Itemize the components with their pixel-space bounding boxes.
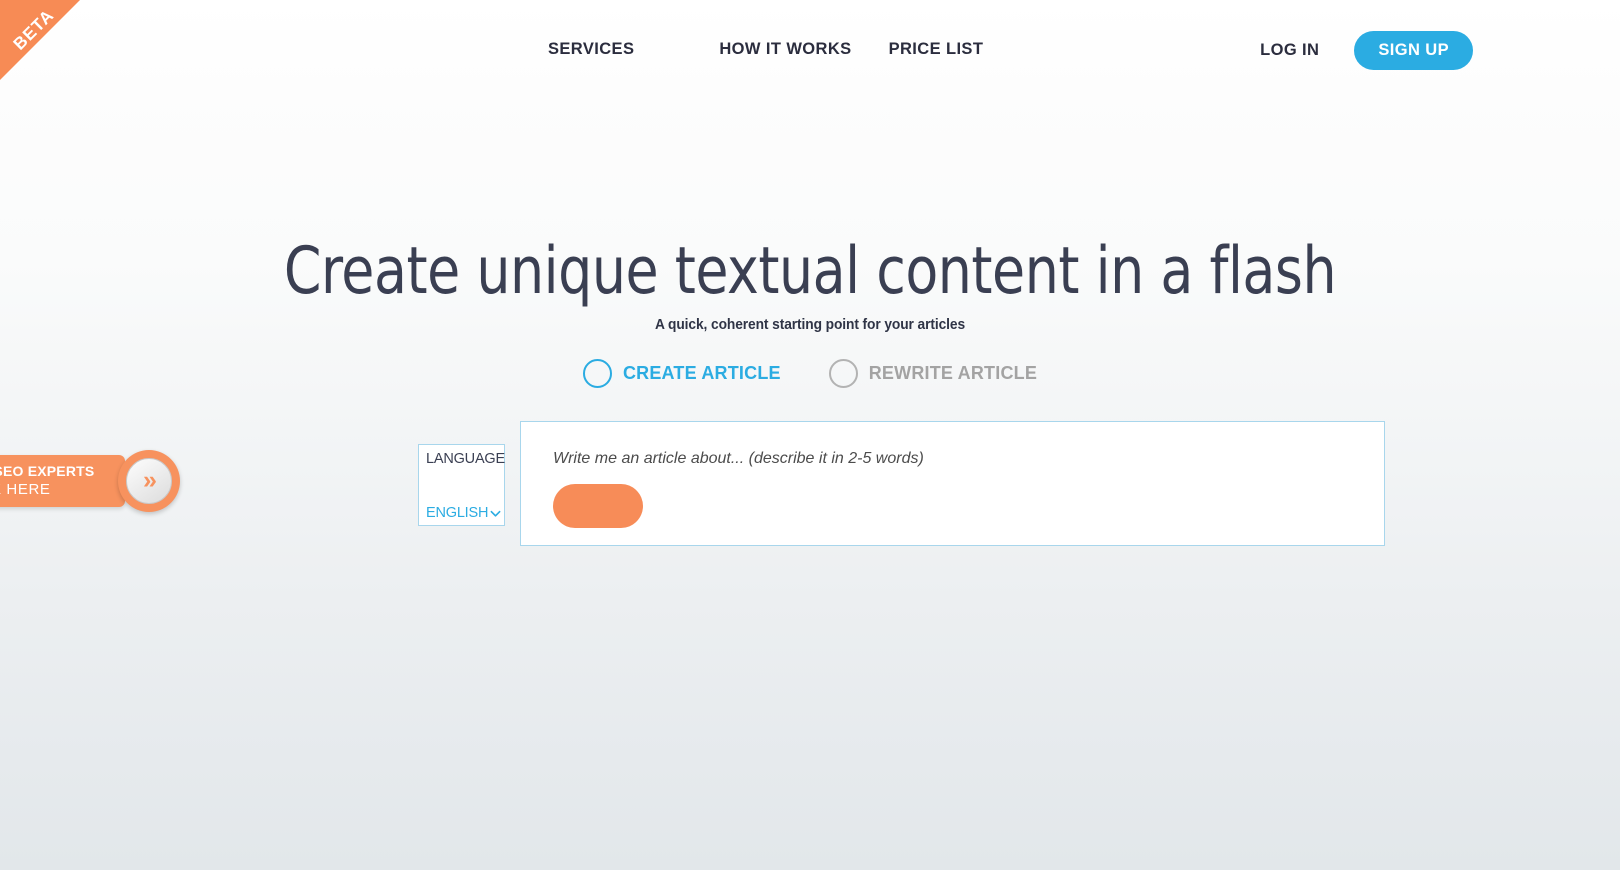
promo-expand-button-inner: »: [126, 458, 172, 504]
promo-tab[interactable]: GENCIES & SEO EXPERTS CLICK HERE: [0, 455, 125, 507]
chevron-down-icon: [490, 510, 501, 517]
nav-primary-links: SERVICES HOW IT WORKS PRICE LIST: [548, 40, 983, 59]
promo-tab-line-2: CLICK HERE: [0, 481, 51, 498]
radio-rewrite-article-icon[interactable]: [828, 359, 858, 388]
mode-selector: CREATE ARTICLE REWRITE ARTICLE: [0, 359, 1620, 388]
promo-widget: GENCIES & SEO EXPERTS CLICK HERE »: [0, 450, 180, 512]
radio-create-article-icon[interactable]: [582, 359, 612, 388]
login-link[interactable]: LOG IN: [1260, 41, 1319, 60]
language-select-control[interactable]: ENGLISH: [426, 505, 501, 521]
mode-option-create-article-label: CREATE ARTICLE: [622, 363, 781, 383]
top-navigation-bar: SERVICES HOW IT WORKS PRICE LIST LOG IN …: [0, 0, 1620, 100]
article-topic-input[interactable]: [553, 450, 1343, 468]
nav-account-actions: LOG IN SIGN UP: [1260, 31, 1473, 70]
nav-link-price-list[interactable]: PRICE LIST: [889, 40, 984, 59]
language-label: LANGUAGE: [426, 451, 505, 467]
hero-section: Create unique textual content in a flash…: [0, 234, 1620, 334]
promo-expand-button[interactable]: »: [118, 450, 180, 512]
generate-article-button[interactable]: [553, 484, 643, 528]
page-subtitle: A quick, coherent starting point for you…: [654, 317, 966, 333]
mode-option-rewrite-article[interactable]: REWRITE ARTICLE: [828, 359, 1038, 388]
page-title: Create unique textual content in a flash: [283, 234, 1337, 309]
beta-ribbon: BETA: [0, 0, 80, 80]
mode-option-create-article[interactable]: CREATE ARTICLE: [582, 359, 781, 388]
nav-link-how-it-works[interactable]: HOW IT WORKS: [719, 40, 851, 59]
language-selected-value: ENGLISH: [426, 505, 489, 521]
mode-option-rewrite-article-label: REWRITE ARTICLE: [868, 363, 1038, 383]
double-chevron-right-icon: »: [143, 465, 157, 494]
article-input-card: [520, 421, 1385, 546]
nav-link-services[interactable]: SERVICES: [548, 40, 634, 59]
language-selector[interactable]: LANGUAGE ENGLISH: [418, 444, 505, 526]
promo-tab-line-1: GENCIES & SEO EXPERTS: [0, 463, 95, 479]
sign-up-button[interactable]: SIGN UP: [1354, 31, 1473, 70]
